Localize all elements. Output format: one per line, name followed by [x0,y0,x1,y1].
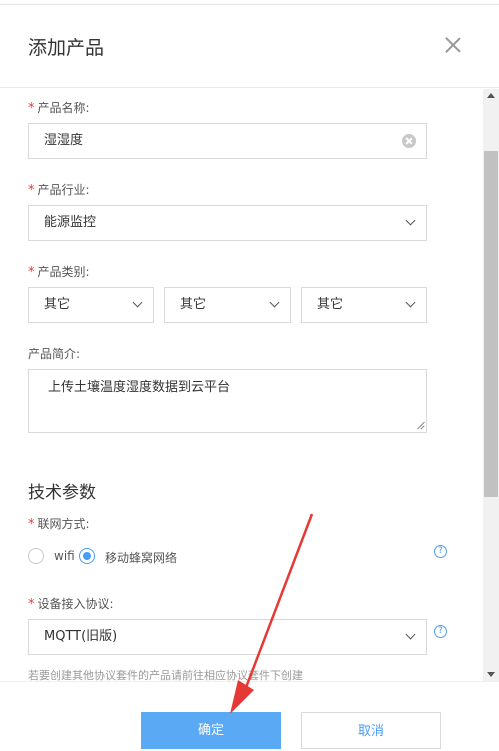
protocol-label: * 设备接入协议: [28,597,114,612]
description-label: 产品简介: [28,347,81,361]
chevron-down-icon [269,297,280,308]
dialog-body: * 产品名称: 湿湿度 * 产品行业: 能源监控 * 产品类别: 其它 其它 其它 产… [0,89,483,681]
category-select-1[interactable]: 其它 [28,287,154,323]
product-name-value: 湿湿度 [44,133,84,148]
protocol-select[interactable]: MQTT(旧版) [28,619,427,655]
cancel-button[interactable]: 取消 [301,712,441,749]
industry-label: * 产品行业: [28,183,90,198]
confirm-button[interactable]: 确定 [141,712,281,749]
chevron-down-icon [405,215,416,226]
product-name-input[interactable]: 湿湿度 [28,123,427,159]
scroll-thumb[interactable] [484,151,498,497]
product-name-label: * 产品名称: [28,101,90,116]
scroll-up-icon[interactable] [487,93,495,98]
radio-wifi-label: wifi [54,549,75,563]
industry-value: 能源监控 [44,215,97,230]
category-label: * 产品类别: [28,265,90,280]
industry-select[interactable]: 能源监控 [28,205,427,241]
close-icon[interactable] [444,36,462,54]
dialog-footer: 确定 取消 [0,681,499,751]
radio-wifi[interactable] [28,548,44,564]
tech-section-title: 技术参数 [28,483,96,503]
top-strip [0,0,499,5]
category-select-2[interactable]: 其它 [164,287,291,323]
chevron-down-icon [405,297,416,308]
protocol-value: MQTT(旧版) [44,629,118,644]
clear-icon[interactable] [402,134,416,148]
radio-cellular-label: 移动蜂窝网络 [105,551,178,565]
help-icon[interactable]: ? [434,545,447,558]
scroll-down-icon[interactable] [487,672,495,677]
protocol-hint: 若要创建其他协议套件的产品请前往相应协议套件下创建 [28,669,303,681]
radio-cellular[interactable] [79,548,95,564]
resize-handle-icon[interactable] [416,422,424,430]
category-select-3[interactable]: 其它 [301,287,427,323]
chevron-down-icon [405,629,416,640]
scrollbar[interactable] [483,89,499,681]
description-textarea[interactable]: 上传土壤温度湿度数据到云平台 [28,369,427,433]
dialog-title: 添加产品 [28,37,105,59]
help-icon[interactable]: ? [434,625,447,638]
chevron-down-icon [132,297,143,308]
network-label: * 联网方式: [28,517,90,532]
dialog-header: 添加产品 [0,6,499,88]
